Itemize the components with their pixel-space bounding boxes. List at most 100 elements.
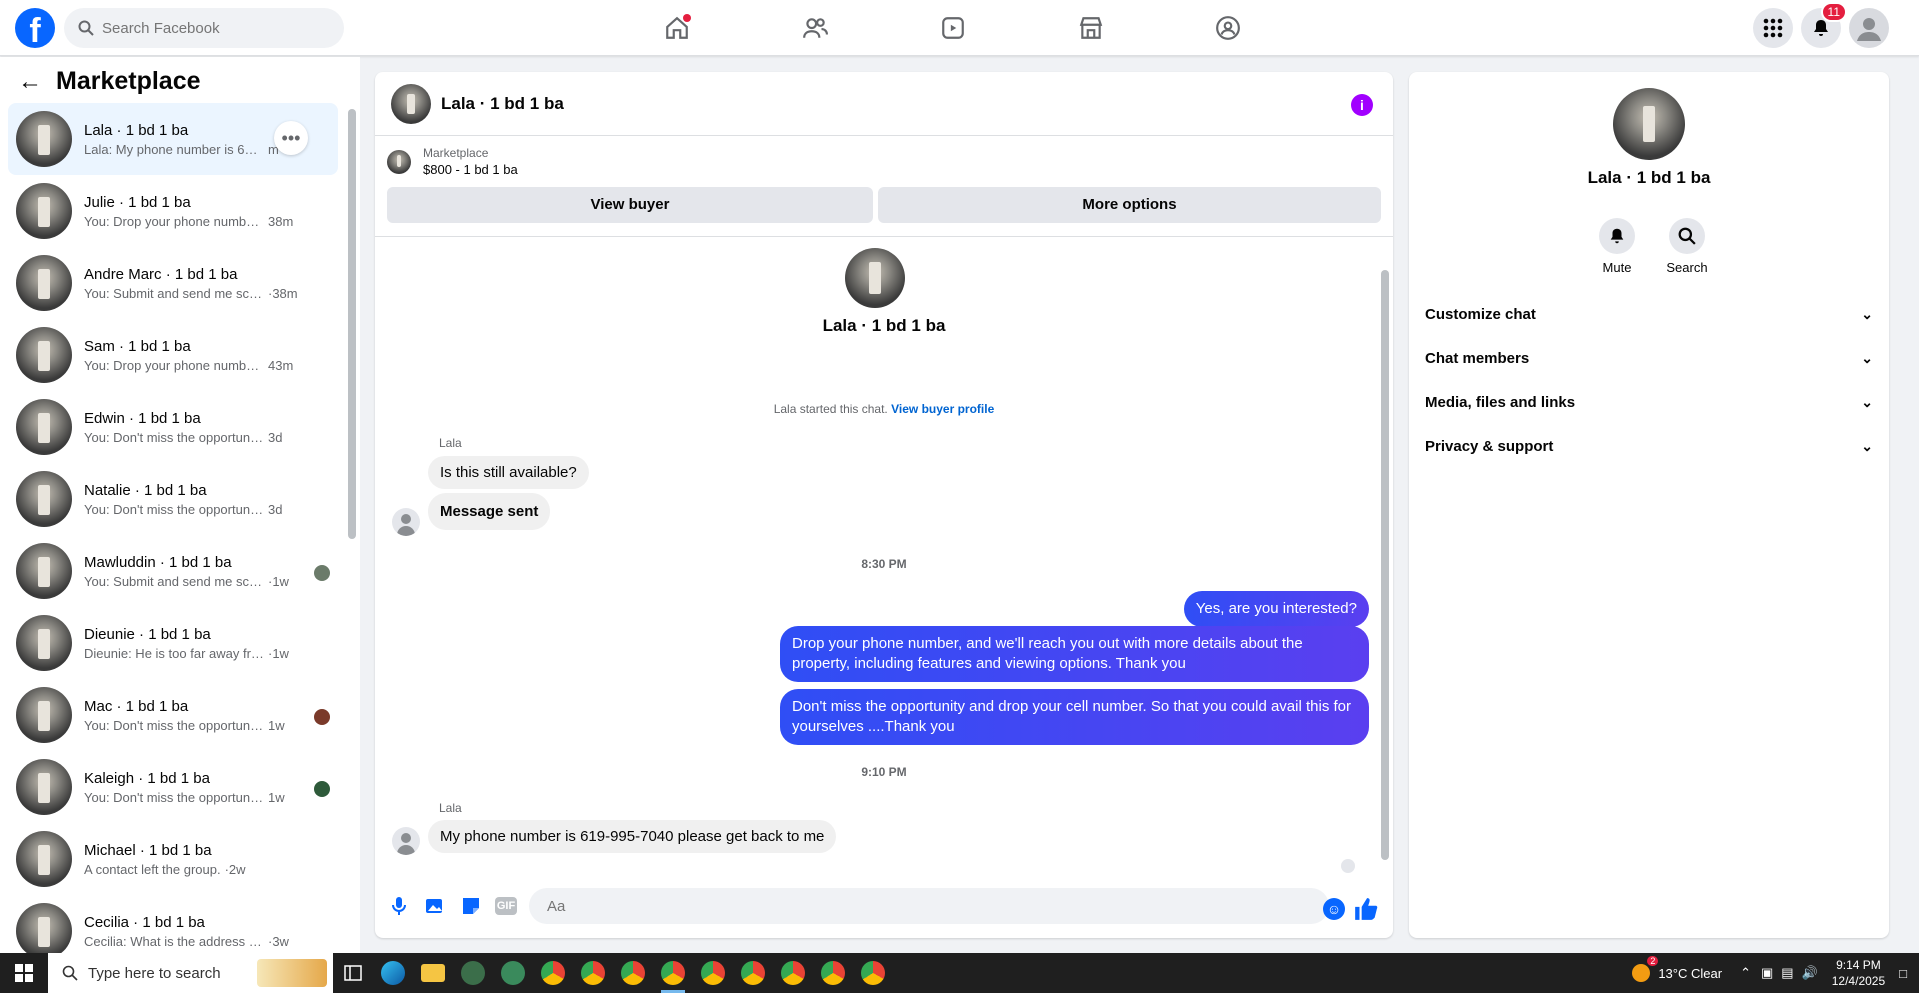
weather-text[interactable]: 13°C Clear bbox=[1658, 966, 1722, 981]
network-icon[interactable]: ▤ bbox=[1781, 965, 1793, 981]
outgoing-message[interactable]: Drop your phone number, and we'll reach … bbox=[780, 626, 1369, 682]
taskbar-chrome-active[interactable] bbox=[653, 953, 693, 993]
search-conversation-button[interactable]: Search bbox=[1657, 218, 1717, 275]
taskbar-clock[interactable]: 9:14 PM 12/4/2025 bbox=[1832, 957, 1885, 989]
back-arrow-icon[interactable]: ← bbox=[18, 68, 42, 96]
taskbar-file-explorer[interactable] bbox=[413, 953, 453, 993]
mute-button[interactable]: Mute bbox=[1587, 218, 1647, 275]
conversation-name: Sam · 1 bd 1 ba bbox=[84, 337, 191, 355]
view-buyer-button[interactable]: View buyer bbox=[387, 187, 873, 223]
conversation-list: Lala · 1 bd 1 ba Lala: My phone number i… bbox=[8, 103, 338, 967]
windows-logo-icon bbox=[15, 964, 33, 982]
conversation-item[interactable]: Mawluddin · 1 bd 1 ba You: Submit and se… bbox=[8, 535, 338, 607]
emoji-icon[interactable]: ☺ bbox=[1323, 898, 1345, 920]
intro-name: Lala · 1 bd 1 ba bbox=[822, 316, 946, 335]
taskbar-chrome-3[interactable] bbox=[613, 953, 653, 993]
photo-icon[interactable] bbox=[423, 894, 447, 918]
taskbar-search-box[interactable]: Type here to search bbox=[48, 953, 333, 993]
groups-icon bbox=[1216, 16, 1240, 40]
sticker-icon[interactable] bbox=[459, 894, 483, 918]
account-button[interactable] bbox=[1849, 8, 1889, 48]
taskbar-app-5[interactable] bbox=[493, 953, 533, 993]
nav-video[interactable] bbox=[935, 10, 971, 46]
info-icon[interactable]: i bbox=[1351, 94, 1373, 116]
start-button[interactable] bbox=[0, 953, 48, 993]
chat-members-section[interactable]: Chat members ⌄ bbox=[1425, 338, 1873, 378]
nav-marketplace[interactable] bbox=[1073, 10, 1109, 46]
task-view-button[interactable] bbox=[333, 953, 373, 993]
conversation-time: ·38m bbox=[268, 285, 298, 301]
taskbar-chrome-5[interactable] bbox=[693, 953, 733, 993]
conversation-item[interactable]: Julie · 1 bd 1 ba You: Drop your phone n… bbox=[8, 175, 338, 247]
inbox-scrollbar[interactable] bbox=[348, 109, 356, 539]
sender-avatar[interactable] bbox=[392, 508, 420, 536]
incoming-message[interactable]: Message sent bbox=[428, 493, 551, 530]
message-input[interactable] bbox=[529, 888, 1329, 924]
outgoing-message[interactable]: Don't miss the opportunity and drop your… bbox=[780, 689, 1369, 745]
taskbar-chrome-1[interactable] bbox=[533, 953, 573, 993]
conversation-item[interactable]: Michael · 1 bd 1 ba A contact left the g… bbox=[8, 823, 338, 895]
listing-price: $800 - 1 bd 1 ba bbox=[423, 162, 518, 177]
thumbs-up-icon[interactable] bbox=[1353, 896, 1379, 922]
app-icon bbox=[501, 961, 525, 985]
conversation-options-button[interactable]: ••• bbox=[274, 121, 308, 155]
notifications-button[interactable]: 11 bbox=[1801, 2, 1847, 48]
media-files-links-section[interactable]: Media, files and links ⌄ bbox=[1425, 382, 1873, 422]
chevron-up-icon[interactable]: ⌃ bbox=[1740, 965, 1751, 981]
conversation-item[interactable]: Mac · 1 bd 1 ba You: Don't miss the oppo… bbox=[8, 679, 338, 751]
clock-time: 9:14 PM bbox=[1836, 958, 1881, 972]
incoming-message[interactable]: Is this still available? bbox=[428, 456, 589, 489]
microphone-icon[interactable] bbox=[387, 894, 411, 918]
notification-center-icon[interactable]: □ bbox=[1899, 966, 1907, 981]
marketplace-inbox-panel: ← Marketplace Lala · 1 bd 1 ba Lala: My … bbox=[0, 57, 360, 959]
taskbar-chrome-9[interactable] bbox=[853, 953, 893, 993]
facebook-logo[interactable]: f bbox=[15, 8, 55, 50]
details-avatar[interactable] bbox=[1613, 88, 1685, 160]
weather-icon[interactable]: 2 bbox=[1632, 956, 1659, 982]
taskbar-chrome-6[interactable] bbox=[733, 953, 773, 993]
search-icon bbox=[78, 20, 94, 36]
conversation-preview: You: Don't miss the opportunity an... bbox=[84, 429, 264, 445]
more-options-button[interactable]: More options bbox=[878, 187, 1381, 223]
conversation-item[interactable]: Lala · 1 bd 1 ba Lala: My phone number i… bbox=[8, 103, 338, 175]
taskbar-app-4[interactable] bbox=[453, 953, 493, 993]
profile-avatar-icon bbox=[1857, 18, 1881, 41]
nav-groups[interactable] bbox=[1210, 10, 1246, 46]
conversation-item[interactable]: Andre Marc · 1 bd 1 ba You: Submit and s… bbox=[8, 247, 338, 319]
chrome-icon bbox=[781, 961, 805, 985]
listing-summary[interactable]: Marketplace $800 - 1 bd 1 ba bbox=[387, 146, 518, 177]
chat-title[interactable]: Lala · 1 bd 1 ba bbox=[441, 94, 564, 114]
nav-home[interactable] bbox=[659, 10, 695, 46]
conversation-item[interactable]: Edwin · 1 bd 1 ba You: Don't miss the op… bbox=[8, 391, 338, 463]
facebook-search-box[interactable] bbox=[64, 8, 344, 48]
conversation-item[interactable]: Natalie · 1 bd 1 ba You: Don't miss the … bbox=[8, 463, 338, 535]
incoming-message[interactable]: My phone number is 619-995-7040 please g… bbox=[428, 820, 837, 853]
privacy-support-section[interactable]: Privacy & support ⌄ bbox=[1425, 426, 1873, 466]
taskbar-chrome-2[interactable] bbox=[573, 953, 613, 993]
sender-avatar[interactable] bbox=[392, 827, 420, 855]
conversation-item[interactable]: Sam · 1 bd 1 ba You: Drop your phone num… bbox=[8, 319, 338, 391]
facebook-search-input[interactable] bbox=[102, 19, 322, 37]
conversation-name: Edwin · 1 bd 1 ba bbox=[84, 409, 201, 427]
taskbar-edge[interactable] bbox=[373, 953, 413, 993]
listing-thumbnail bbox=[16, 543, 72, 599]
chat-listing-thumbnail[interactable] bbox=[391, 83, 431, 124]
camera-icon[interactable]: ▣ bbox=[1761, 965, 1773, 981]
conversation-item[interactable]: Dieunie · 1 bd 1 ba Dieunie: He is too f… bbox=[8, 607, 338, 679]
listing-thumbnail bbox=[16, 399, 72, 455]
view-buyer-profile-link[interactable]: View buyer profile bbox=[891, 402, 994, 416]
taskbar-chrome-8[interactable] bbox=[813, 953, 853, 993]
outgoing-message[interactable]: Yes, are you interested? bbox=[1183, 591, 1369, 627]
taskbar-chrome-7[interactable] bbox=[773, 953, 813, 993]
menu-button[interactable] bbox=[1753, 8, 1793, 48]
chevron-down-icon: ⌄ bbox=[1861, 305, 1873, 322]
conversation-item[interactable]: Kaleigh · 1 bd 1 ba You: Don't miss the … bbox=[8, 751, 338, 823]
chrome-icon bbox=[701, 961, 725, 985]
nav-friends[interactable] bbox=[797, 10, 833, 46]
gif-icon[interactable]: GIF bbox=[495, 897, 517, 915]
chrome-icon bbox=[821, 961, 845, 985]
volume-icon[interactable]: 🔊 bbox=[1802, 965, 1818, 981]
listing-thumbnail bbox=[16, 111, 72, 167]
chrome-icon bbox=[861, 961, 885, 985]
customize-chat-section[interactable]: Customize chat ⌄ bbox=[1425, 294, 1873, 334]
